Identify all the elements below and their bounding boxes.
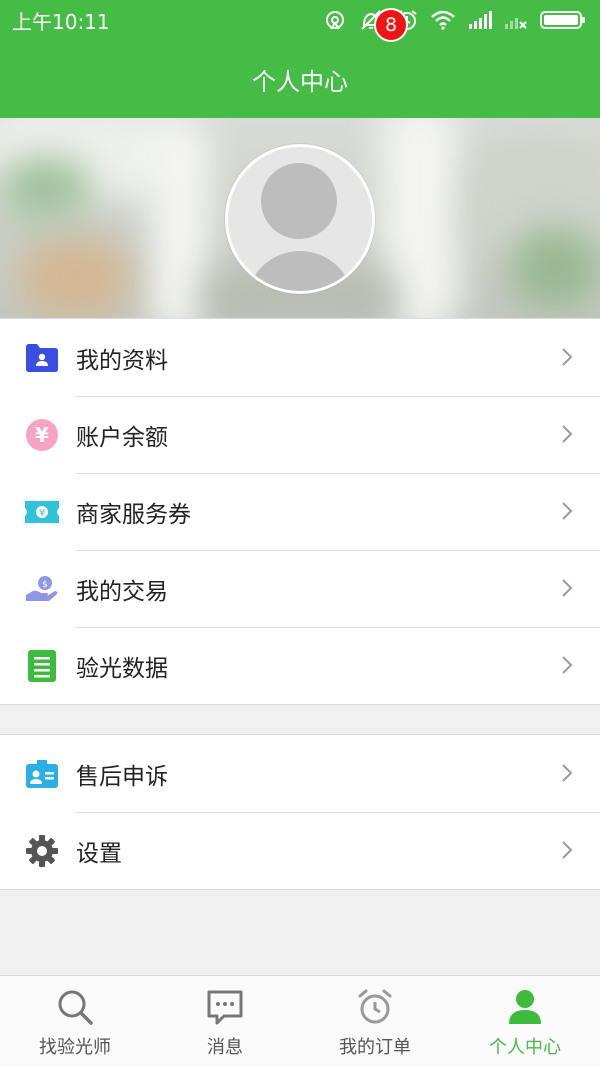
tab-find-optometrist[interactable]: 找验光师 bbox=[0, 976, 150, 1067]
search-icon bbox=[55, 987, 95, 1027]
chevron-right-icon bbox=[562, 425, 573, 443]
menu-item-label: 我的资料 bbox=[76, 347, 168, 374]
tab-messages[interactable]: 消息 bbox=[150, 976, 300, 1067]
yuan-coin-icon: ¥ bbox=[24, 417, 60, 453]
chevron-right-icon bbox=[562, 579, 573, 597]
coupon-icon: ¥ bbox=[24, 494, 60, 530]
status-bar: 上午10:11 bbox=[0, 0, 600, 40]
message-icon bbox=[205, 987, 245, 1027]
menu-item-label: 商家服务券 bbox=[76, 501, 191, 528]
menu-group-account: 我的资料 ¥ 账户余额 ¥ 商家服务券 $ 我的交易 验光数据 bbox=[0, 318, 600, 705]
menu-item-label: 我的交易 bbox=[76, 578, 168, 605]
default-avatar-icon bbox=[228, 147, 372, 291]
hand-coin-icon: $ bbox=[24, 571, 60, 607]
tab-label: 找验光师 bbox=[39, 1037, 111, 1058]
no-signal-icon bbox=[504, 10, 528, 30]
chevron-right-icon bbox=[562, 656, 573, 674]
status-time: 上午10:11 bbox=[12, 9, 110, 34]
tab-label: 消息 bbox=[207, 1037, 243, 1058]
svg-text:¥: ¥ bbox=[35, 423, 49, 447]
alarm-clock-icon bbox=[355, 987, 395, 1027]
id-card-icon bbox=[24, 756, 60, 792]
svg-text:¥: ¥ bbox=[39, 508, 45, 519]
avatar[interactable] bbox=[225, 144, 375, 294]
tab-personal-center[interactable]: 个人中心 bbox=[450, 976, 600, 1067]
signal-icon bbox=[468, 10, 492, 30]
tab-label: 个人中心 bbox=[489, 1037, 561, 1058]
svg-text:$: $ bbox=[42, 580, 48, 590]
menu-item-account-balance[interactable]: ¥ 账户余额 bbox=[0, 396, 600, 473]
menu-item-after-sales-complaint[interactable]: 售后申诉 bbox=[0, 735, 600, 812]
profile-folder-icon bbox=[24, 340, 60, 376]
bottom-tab-bar: 找验光师 消息 我的订单 个人中心 bbox=[0, 975, 600, 1067]
menu-item-label: 设置 bbox=[76, 840, 122, 867]
battery-icon bbox=[540, 10, 586, 30]
page-title: 个人中心 bbox=[252, 67, 348, 96]
chevron-right-icon bbox=[562, 764, 573, 782]
document-list-icon bbox=[24, 648, 60, 684]
menu-item-optometry-data[interactable]: 验光数据 bbox=[0, 627, 600, 704]
menu-item-settings[interactable]: 设置 bbox=[0, 812, 600, 889]
status-icons bbox=[324, 9, 586, 31]
chevron-right-icon bbox=[562, 348, 573, 366]
menu-item-label: 账户余额 bbox=[76, 424, 168, 451]
order-count-badge: 8 bbox=[374, 8, 408, 42]
person-icon bbox=[505, 987, 545, 1027]
hotspot-icon bbox=[324, 9, 346, 31]
menu-group-support: 售后申诉 设置 bbox=[0, 734, 600, 890]
menu-item-label: 售后申诉 bbox=[76, 763, 168, 790]
chevron-right-icon bbox=[562, 502, 573, 520]
tab-my-orders[interactable]: 我的订单 bbox=[300, 976, 450, 1067]
menu-item-merchant-coupons[interactable]: ¥ 商家服务券 bbox=[0, 473, 600, 550]
menu-item-my-profile[interactable]: 我的资料 bbox=[0, 319, 600, 396]
wifi-icon bbox=[430, 10, 456, 30]
gear-icon bbox=[24, 833, 60, 869]
tab-label: 我的订单 bbox=[339, 1037, 411, 1058]
title-bar: 个人中心 bbox=[0, 40, 600, 118]
menu-item-label: 验光数据 bbox=[76, 655, 168, 682]
profile-header-background bbox=[0, 118, 600, 318]
menu-item-my-transactions[interactable]: $ 我的交易 bbox=[0, 550, 600, 627]
chevron-right-icon bbox=[562, 841, 573, 859]
